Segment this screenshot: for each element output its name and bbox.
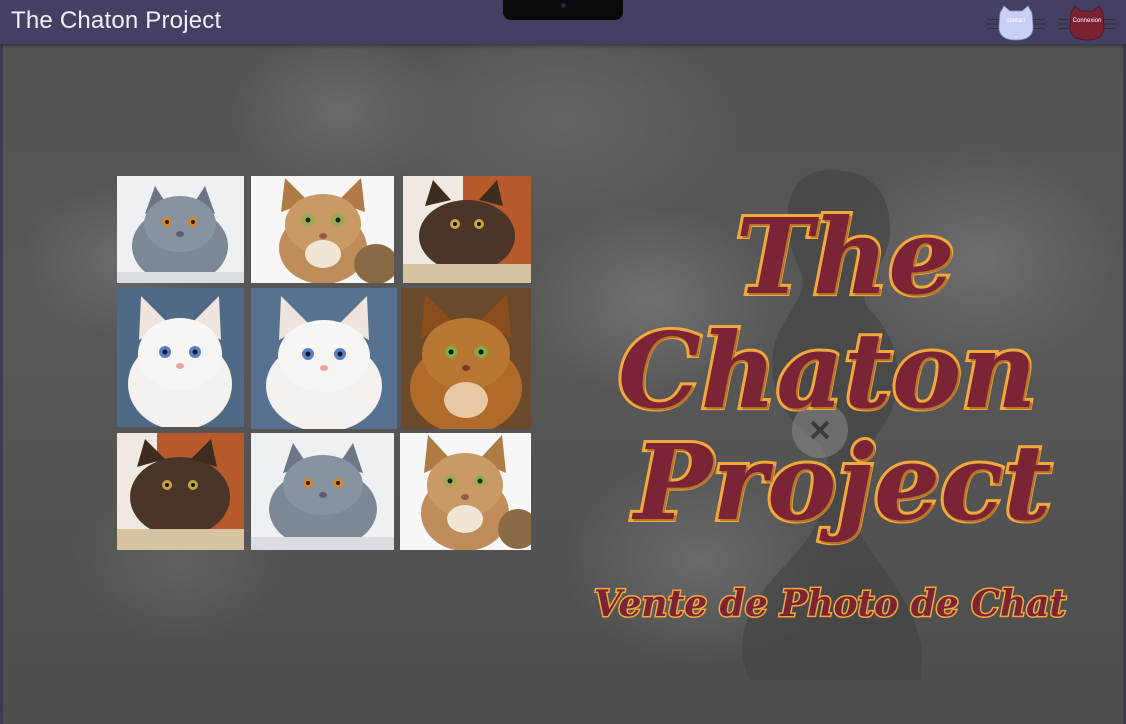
contact-button[interactable]: contact [985,5,1047,41]
photo-chocolate-kitten[interactable] [403,176,531,283]
photo-bengal-kitten-2[interactable] [400,433,531,550]
photo-chocolate-kitten-2[interactable] [117,433,244,550]
cat-photo-icon [401,288,531,429]
hero-title-line-1: The [732,195,957,318]
photo-somali-cat[interactable] [401,288,531,429]
cat-photo-icon [400,433,531,550]
cat-photo-icon [117,288,244,427]
hero-subtitle: Vente de Photo de Chat [592,582,1067,627]
photo-white-kitten-2[interactable] [251,288,397,429]
photo-white-kitten[interactable] [117,288,244,427]
cat-photo-icon [251,176,394,283]
photo-grey-kitten[interactable] [117,176,244,283]
camera-icon [561,3,566,8]
cat-photo-icon [251,288,397,429]
photo-grey-kitten-2[interactable] [251,433,394,550]
cat-photo-icon [117,433,244,550]
photo-bengal-kitten[interactable] [251,176,394,283]
connexion-button[interactable]: Connexion [1056,5,1118,41]
cat-photo-icon [117,176,244,283]
contact-button-label: contact [1006,18,1026,24]
app-title: The Chaton Project [11,7,222,34]
hero-title-line-3: Project [631,421,1055,544]
hero-title-line-2: Chaton [615,309,1040,432]
cat-photo-icon [251,433,394,550]
top-app-bar: The Chaton Project contact Connexion [0,0,1126,44]
camera-notch [503,0,623,20]
cat-photo-icon [403,176,531,283]
connexion-button-label: Connexion [1072,18,1102,24]
hero-title: The Chaton Project [615,195,1055,538]
